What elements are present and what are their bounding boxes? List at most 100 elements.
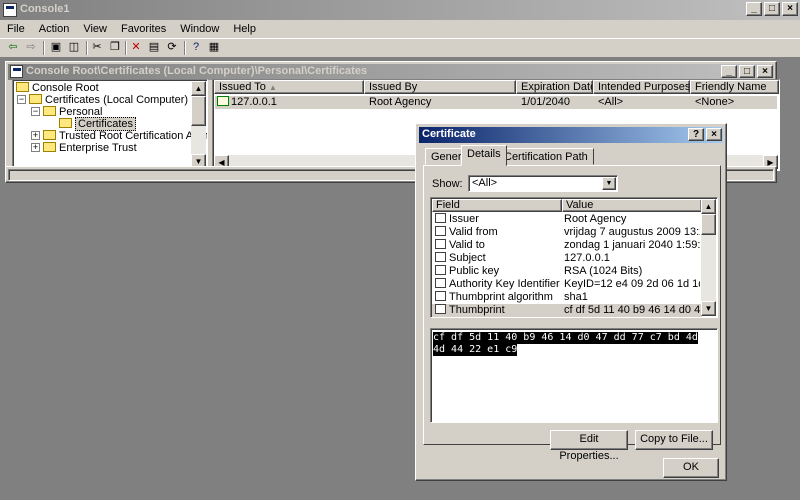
show-dropdown-value: <All> [472, 177, 498, 189]
table-row[interactable] [215, 96, 777, 109]
folder-icon [43, 142, 56, 153]
help-icon[interactable]: ? [187, 40, 205, 56]
col-intended-purposes[interactable]: Intended Purposes [593, 80, 690, 94]
child-title: Console Root\Certificates (Local Compute… [26, 65, 368, 77]
show-dropdown[interactable]: <All> ▼ [468, 175, 618, 192]
scroll-up-icon[interactable]: ▲ [191, 81, 206, 96]
child-maximize-button[interactable]: □ [739, 65, 755, 78]
col-issued-by[interactable]: Issued By [364, 80, 516, 94]
maximize-button[interactable]: □ [764, 2, 780, 16]
expand-icon[interactable]: + [31, 142, 40, 152]
delete-icon[interactable]: ✕ [127, 40, 145, 56]
chevron-down-icon[interactable]: ▼ [602, 177, 616, 190]
details-panel: Show: <All> ▼ Field Value Issuer Root Age… [423, 165, 721, 462]
menu-view[interactable]: View [76, 20, 114, 38]
scroll-down-icon[interactable]: ▼ [701, 301, 716, 316]
app-title: Console1 [20, 3, 70, 15]
tree-item-certificates-local[interactable]: − Certificates (Local Computer) [17, 94, 188, 106]
child-close-button[interactable]: × [757, 65, 773, 78]
field-row-thumbprint[interactable]: Thumbprintcf df 5d 11 40 b9 46 14 d0 47 … [432, 304, 702, 317]
cell-expiration-date: 1/01/2040 [521, 96, 570, 108]
property-icon [435, 304, 446, 315]
help-topics-icon[interactable]: ▦ [205, 40, 223, 56]
dialog-close-button[interactable]: × [706, 128, 722, 141]
scroll-up-icon[interactable]: ▲ [701, 199, 716, 214]
field-row-authority-key-identifier[interactable]: Authority Key Identifier KeyID=12 e4 09 2… [432, 278, 702, 291]
show-tree-icon[interactable]: ◫ [65, 40, 83, 56]
ok-button[interactable]: OK [663, 458, 719, 478]
minimize-button[interactable]: _ [746, 2, 762, 16]
tab-details[interactable]: Details [461, 145, 507, 166]
toolbar-separator [43, 41, 45, 55]
properties-icon[interactable]: ▤ [145, 40, 163, 56]
menu-help[interactable]: Help [226, 20, 263, 38]
menu-file[interactable]: File [0, 20, 32, 38]
scroll-thumb[interactable] [191, 96, 206, 126]
folder-open-icon [59, 118, 72, 129]
tree-item-trusted-root[interactable]: +Trusted Root Certification Authorities [31, 130, 207, 142]
fields-list: Field Value Issuer Root Agency Valid from… [430, 197, 718, 318]
up-folder-icon[interactable]: ▣ [47, 40, 65, 56]
fields-scrollbar[interactable]: ▲ ▼ [701, 199, 716, 316]
thumbprint-line-1: cf df 5d 11 40 b9 46 14 d0 47 dd 77 c7 b… [433, 332, 698, 344]
col-field[interactable]: Field [432, 199, 562, 212]
tree-item-certificates[interactable]: Certificates [59, 117, 137, 131]
field-icon [435, 252, 446, 263]
cell-issued-to: 127.0.0.1 [217, 96, 277, 109]
dialog-titlebar[interactable]: Certificate ? × [419, 127, 723, 143]
tree-item-enterprise-trust[interactable]: + Enterprise Trust [31, 142, 137, 154]
copy-icon[interactable]: ❐ [106, 40, 124, 56]
mmc-app-icon [3, 3, 17, 17]
child-titlebar[interactable]: Console Root\Certificates (Local Compute… [8, 64, 774, 80]
collapse-icon[interactable]: − [17, 94, 26, 104]
field-row-valid-from[interactable]: Valid fromvrijdag 7 augustus 2009 13:29.… [432, 226, 702, 239]
tree-item-console-root[interactable]: Console Root [16, 82, 99, 94]
show-label: Show: [432, 178, 463, 190]
field-row-public-key[interactable]: Public key RSA (1024 Bits) [432, 265, 702, 278]
folder-icon [43, 106, 56, 117]
toolbar-separator [184, 41, 186, 55]
thumbprint-line-2: 4d 44 22 e1 c9 [433, 344, 518, 356]
toolbar: ⇦ ⇨ ▣ ◫ ✂ ❐ ✕ ▤ ⟳ ? ▦ [0, 38, 800, 58]
close-button[interactable]: × [782, 2, 798, 16]
field-row-subject[interactable]: Subject 127.0.0.1 [432, 252, 702, 265]
console-icon [10, 65, 23, 78]
expand-icon[interactable]: + [31, 130, 40, 140]
field-icon [435, 213, 446, 224]
collapse-icon[interactable]: − [31, 106, 40, 116]
certificate-dialog: Certificate ? × General Details Certific… [415, 123, 727, 481]
dialog-help-button[interactable]: ? [688, 128, 704, 141]
cell-issued-by: Root Agency [369, 96, 432, 108]
edit-properties-button[interactable]: Edit Properties... [550, 430, 628, 462]
menubar: File Action View Favorites Window Help [0, 20, 800, 38]
tab-certification-path[interactable]: Certification Path [498, 148, 594, 165]
child-minimize-button[interactable]: _ [721, 65, 737, 78]
refresh-icon[interactable]: ⟳ [163, 40, 181, 56]
field-row-valid-to[interactable]: Valid to zondag 1 januari 2040 1:59:59 [432, 239, 702, 252]
col-value[interactable]: Value [562, 199, 702, 212]
forward-arrow-icon[interactable]: ⇨ [22, 40, 40, 56]
col-issued-to[interactable]: Issued To ▲ [214, 80, 364, 94]
back-arrow-icon[interactable]: ⇦ [4, 40, 22, 56]
menu-action[interactable]: Action [32, 20, 77, 38]
app-titlebar[interactable]: Console1 _ □ × [0, 0, 800, 20]
col-expiration-date[interactable]: Expiration Date [516, 80, 593, 94]
folder-icon [43, 130, 56, 141]
extension-icon [435, 278, 446, 289]
tree-scrollbar[interactable]: ▲ ▼ [191, 81, 206, 169]
menu-window[interactable]: Window [173, 20, 226, 38]
mmc-window: Console1 _ □ × File Action View Favorite… [0, 0, 800, 500]
sort-arrow-icon: ▲ [268, 83, 277, 92]
certificate-icon [217, 96, 229, 107]
cell-intended-purposes: <All> [598, 96, 624, 108]
value-textbox[interactable]: cf df 5d 11 40 b9 46 14 d0 47 dd 77 c7 b… [430, 328, 718, 423]
field-row-thumbprint-algorithm[interactable]: Thumbprint algorithm sha1 [432, 291, 702, 304]
field-row-issuer[interactable]: Issuer Root Agency [432, 213, 702, 226]
menu-favorites[interactable]: Favorites [114, 20, 173, 38]
scroll-thumb[interactable] [701, 214, 716, 235]
copy-to-file-button[interactable]: Copy to File... [635, 430, 713, 450]
cell-friendly-name: <None> [695, 96, 735, 108]
col-friendly-name[interactable]: Friendly Name [690, 80, 779, 94]
console-tree: Console Root − Certificates (Local Comput… [12, 79, 208, 171]
cut-icon[interactable]: ✂ [88, 40, 106, 56]
